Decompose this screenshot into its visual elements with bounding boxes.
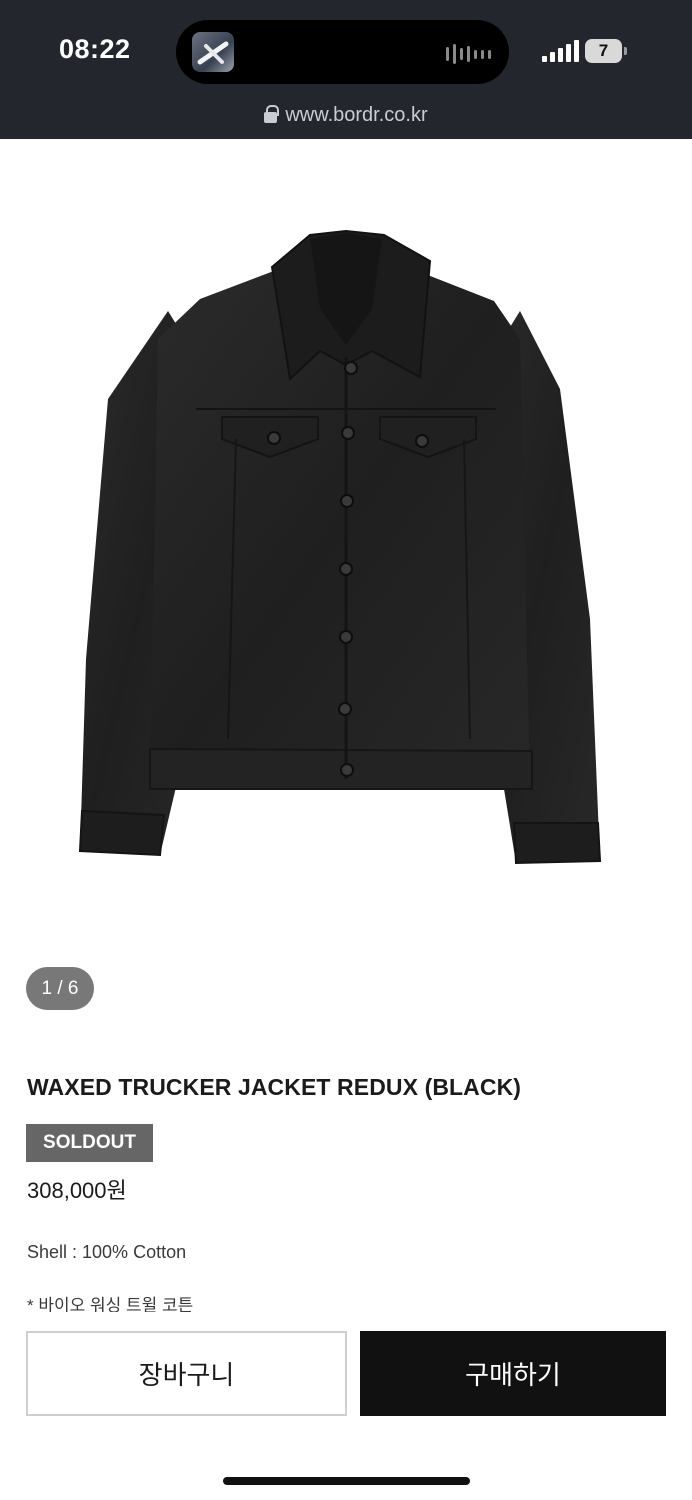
jacket-illustration bbox=[78, 229, 602, 865]
product-image[interactable] bbox=[0, 139, 692, 959]
buy-now-button[interactable]: 구매하기 bbox=[360, 1331, 666, 1416]
material-spec: Shell : 100% Cotton bbox=[27, 1242, 187, 1262]
product-price: 308,000원 bbox=[27, 1178, 127, 1203]
status-badge: SOLDOUT bbox=[26, 1124, 153, 1162]
address-bar[interactable]: www.bordr.co.kr bbox=[0, 104, 692, 127]
lock-icon bbox=[264, 105, 280, 123]
battery-level: 7 bbox=[585, 39, 622, 63]
signal-icon bbox=[542, 40, 579, 62]
media-thumbnail bbox=[192, 32, 234, 72]
product-title: WAXED TRUCKER JACKET REDUX (BLACK) bbox=[27, 1074, 522, 1100]
status-bar: 08:22 7 www.bordr.co.kr bbox=[0, 0, 692, 139]
home-indicator[interactable] bbox=[223, 1477, 470, 1485]
battery-icon: 7 bbox=[585, 39, 627, 63]
dynamic-island[interactable] bbox=[176, 20, 509, 84]
clock: 08:22 bbox=[59, 34, 131, 64]
audio-wave-icon bbox=[446, 44, 491, 64]
add-to-cart-button[interactable]: 장바구니 bbox=[26, 1331, 347, 1416]
url-text: www.bordr.co.kr bbox=[285, 104, 428, 126]
image-pager: 1 / 6 bbox=[26, 967, 94, 1010]
